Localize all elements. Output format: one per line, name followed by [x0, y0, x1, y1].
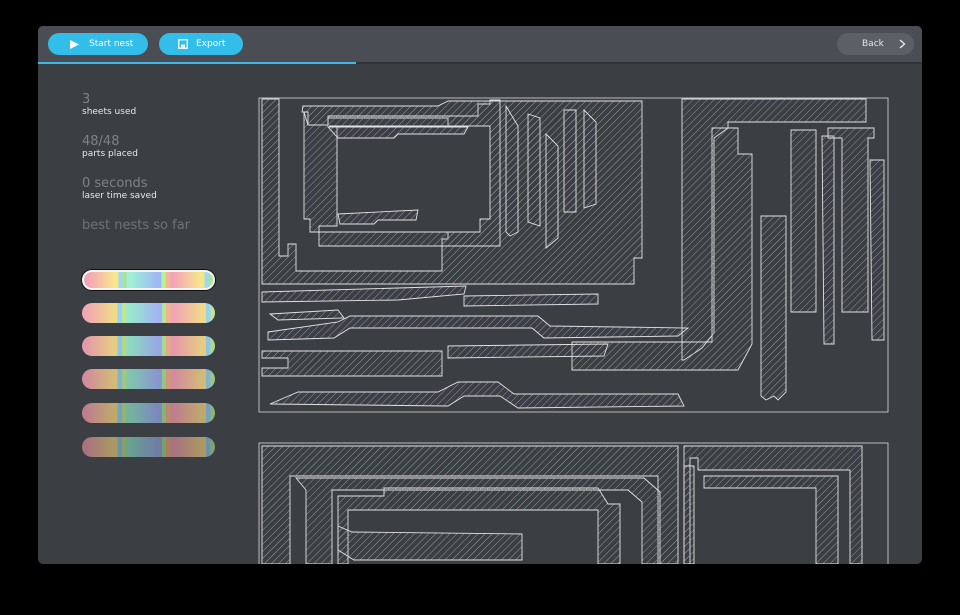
nest-part	[447, 343, 609, 359]
nest-part	[268, 309, 345, 321]
nest-part	[261, 285, 467, 303]
nest-part	[527, 113, 541, 227]
nest-part	[683, 465, 695, 564]
nest-part	[269, 381, 685, 409]
nest-part	[821, 135, 835, 345]
nest-part	[337, 525, 523, 561]
nest-part	[703, 475, 839, 564]
nest-canvas[interactable]	[38, 26, 922, 564]
nest-part	[869, 159, 885, 341]
nest-part	[463, 293, 599, 307]
nest-part	[267, 315, 690, 341]
nest-part	[827, 127, 875, 313]
nest-part	[505, 104, 519, 237]
nest-part	[261, 350, 443, 377]
nest-part	[583, 108, 597, 209]
nest-part	[563, 109, 577, 213]
sheet-1	[258, 97, 889, 413]
nest-part	[790, 129, 817, 313]
app-window: Start nest Export Back 3 sheets used 48/…	[38, 26, 922, 564]
sheet-2	[258, 442, 889, 564]
nest-part	[760, 215, 787, 401]
nest-part	[545, 132, 559, 249]
